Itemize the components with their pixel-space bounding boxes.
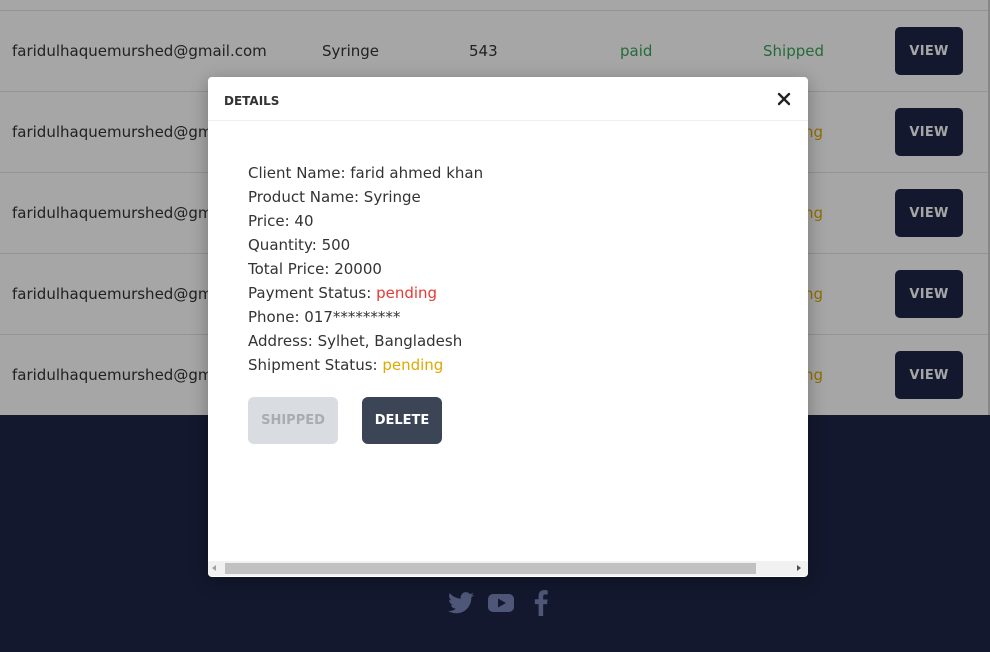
order-details: Client Name: farid ahmed khan Product Na… [248,161,483,377]
total-price-line: Total Price: 20000 [248,257,483,281]
payment-status-line: Payment Status: pending [248,281,483,305]
phone-line: Phone: 017********* [248,305,483,329]
phone-label: Phone: [248,308,305,326]
product-name-label: Product Name: [248,188,364,206]
close-button[interactable] [774,89,794,109]
payment-status-value: pending [376,284,438,302]
client-name-line: Client Name: farid ahmed khan [248,161,483,185]
price-label: Price: [248,212,295,230]
close-icon [777,92,791,106]
shipment-status-label: Shipment Status: [248,356,383,374]
modal-title: DETAILS [224,94,280,108]
total-price-label: Total Price: [248,260,335,278]
phone-value: 017********* [304,308,401,326]
address-label: Address: [248,332,318,350]
scrollbar-thumb[interactable] [225,563,756,574]
total-price-value: 20000 [334,260,382,278]
quantity-line: Quantity: 500 [248,233,483,257]
payment-status-label: Payment Status: [248,284,377,302]
modal-header: DETAILS [208,77,808,121]
product-name-value: Syringe [363,188,421,206]
delete-button[interactable]: DELETE [362,397,442,444]
quantity-label: Quantity: [248,236,322,254]
shipment-status-line: Shipment Status: pending [248,353,483,377]
scroll-right-icon[interactable] [797,565,801,571]
address-line: Address: Sylhet, Bangladesh [248,329,483,353]
horizontal-scrollbar[interactable] [208,561,808,576]
client-name-label: Client Name: [248,164,351,182]
price-line: Price: 40 [248,209,483,233]
price-value: 40 [294,212,314,230]
client-name-value: farid ahmed khan [350,164,484,182]
address-value: Sylhet, Bangladesh [317,332,463,350]
product-name-line: Product Name: Syringe [248,185,483,209]
details-modal: DETAILS Client Name: farid ahmed khan Pr… [208,77,808,577]
scroll-left-icon[interactable] [212,565,216,571]
shipment-status-value: pending [382,356,444,374]
shipped-button[interactable]: SHIPPED [248,397,338,444]
quantity-value: 500 [321,236,351,254]
